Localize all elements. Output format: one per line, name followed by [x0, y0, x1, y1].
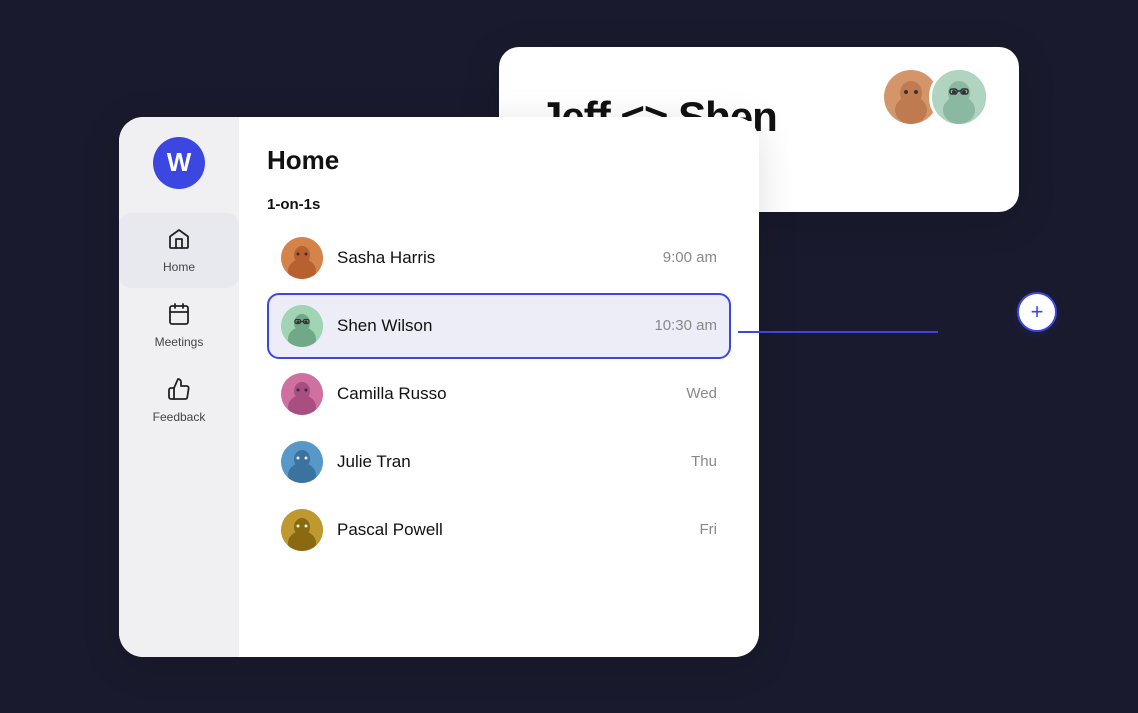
meeting-time-julie: Thu: [691, 453, 717, 470]
meetings-label: Meetings: [155, 335, 204, 349]
avatar-shen: [929, 67, 989, 127]
feedback-label: Feedback: [153, 410, 206, 424]
avatars-group: [881, 67, 989, 127]
sidebar-item-home[interactable]: Home: [119, 213, 239, 288]
section-label: 1-on-1s: [267, 196, 731, 213]
meeting-list: Sasha Harris 9:00 am Shen Wilson 10:30 a…: [267, 225, 731, 563]
avatar-sasha: [281, 237, 323, 279]
meeting-row-camilla[interactable]: Camilla Russo Wed: [267, 361, 731, 427]
meeting-time-shen: 10:30 am: [654, 317, 717, 334]
avatar-camilla: [281, 373, 323, 415]
connector-line: [738, 331, 938, 333]
sidebar-item-feedback[interactable]: Feedback: [119, 363, 239, 438]
meeting-name-shen: Shen Wilson: [337, 316, 654, 336]
sidebar: W Home: [119, 117, 239, 657]
home-label: Home: [163, 260, 195, 274]
avatar-shen-list: [281, 305, 323, 347]
meeting-row-julie[interactable]: Julie Tran Thu: [267, 429, 731, 495]
main-content: Home 1-on-1s Sasha Harris 9:00 am Shen: [239, 117, 759, 657]
meeting-name-sasha: Sasha Harris: [337, 248, 663, 268]
meeting-time-camilla: Wed: [686, 385, 717, 402]
meetings-icon: [167, 302, 191, 330]
feedback-icon: [167, 377, 191, 405]
meeting-name-julie: Julie Tran: [337, 452, 691, 472]
sidebar-item-meetings[interactable]: Meetings: [119, 288, 239, 363]
meeting-time-pascal: Fri: [700, 521, 718, 538]
meeting-row-shen[interactable]: Shen Wilson 10:30 am: [267, 293, 731, 359]
meeting-row-pascal[interactable]: Pascal Powell Fri: [267, 497, 731, 563]
avatar-julie: [281, 441, 323, 483]
main-title: Home: [267, 145, 731, 176]
meeting-name-camilla: Camilla Russo: [337, 384, 686, 404]
meeting-name-pascal: Pascal Powell: [337, 520, 700, 540]
meeting-row-sasha[interactable]: Sasha Harris 9:00 am: [267, 225, 731, 291]
app-card: W Home: [119, 117, 759, 657]
home-icon: [167, 227, 191, 255]
app-logo[interactable]: W: [153, 137, 205, 189]
avatar-pascal: [281, 509, 323, 551]
add-button[interactable]: +: [1017, 292, 1057, 332]
meeting-time-sasha: 9:00 am: [663, 249, 717, 266]
shen-face-svg: [932, 70, 986, 124]
